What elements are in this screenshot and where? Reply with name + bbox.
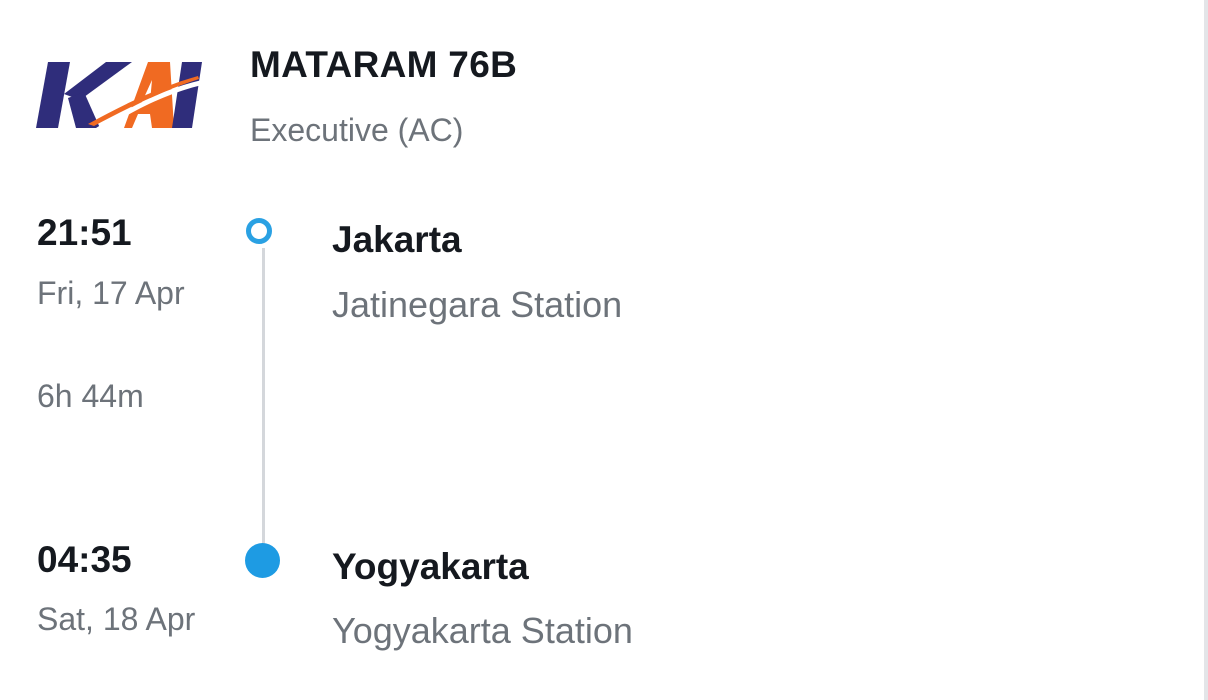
arrival-marker-icon (245, 543, 280, 578)
train-name: MATARAM 76B (250, 44, 518, 85)
train-journey-card: MATARAM 76B Executive (AC) 21:51 Fri, 17… (0, 0, 1208, 700)
arrival-station: Yogyakarta Station (332, 610, 633, 651)
arrival-date: Sat, 18 Apr (37, 601, 196, 637)
departure-station: Jatinegara Station (332, 284, 623, 325)
departure-date: Fri, 17 Apr (37, 275, 185, 311)
departure-marker-icon (246, 218, 272, 244)
timeline-connector (262, 248, 265, 548)
kai-logo (36, 62, 202, 128)
trip-duration: 6h 44m (37, 378, 144, 414)
departure-city: Jakarta (332, 219, 462, 260)
departure-time: 21:51 (37, 212, 132, 253)
train-class: Executive (AC) (250, 112, 464, 148)
arrival-city: Yogyakarta (332, 546, 529, 587)
arrival-time: 04:35 (37, 539, 132, 580)
card-edge-divider (1204, 0, 1208, 700)
